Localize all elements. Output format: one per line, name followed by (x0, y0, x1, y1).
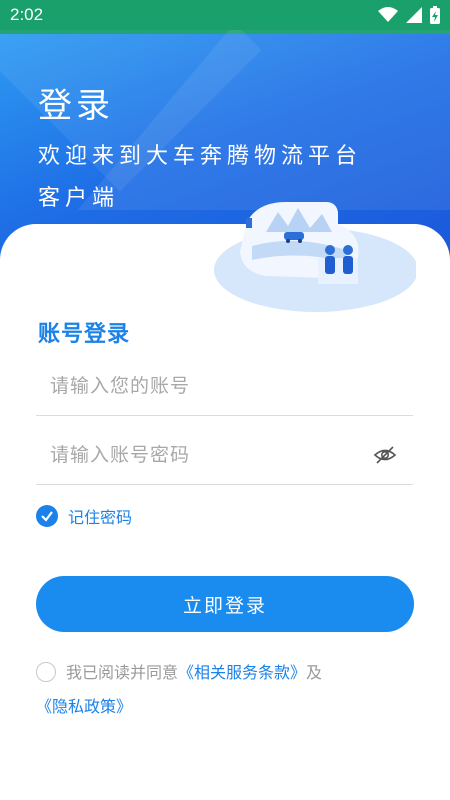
wifi-icon (378, 7, 398, 22)
section-title: 账号登录 (38, 322, 131, 347)
password-field[interactable] (36, 425, 413, 485)
page-title: 登录 (38, 86, 114, 126)
status-icons (378, 6, 440, 24)
eye-off-icon[interactable] (373, 443, 397, 467)
battery-charging-icon (430, 6, 440, 24)
logistics-illustration (214, 202, 416, 312)
agreement-prefix: 我已阅读并同意 (66, 663, 179, 682)
privacy-link[interactable]: 《隐私政策》 (36, 697, 132, 716)
remember-password-checkbox[interactable]: 记住密码 (36, 504, 132, 528)
agreement-checkbox[interactable] (36, 662, 56, 682)
login-button[interactable]: 立即登录 (36, 576, 414, 632)
check-icon (36, 505, 58, 527)
password-input[interactable] (36, 443, 413, 466)
account-input[interactable] (36, 374, 413, 397)
terms-link[interactable]: 《相关服务条款》 (178, 663, 306, 682)
agreement-connector: 及 (306, 663, 323, 682)
signal-icon (406, 7, 422, 23)
account-field[interactable] (36, 356, 413, 416)
remember-password-label: 记住密码 (68, 508, 133, 527)
status-bar: 2:02 (0, 0, 450, 30)
status-time: 2:02 (10, 5, 44, 24)
agreement-text: 我已阅读并同意《相关服务条款》及《隐私政策》 (36, 656, 416, 724)
